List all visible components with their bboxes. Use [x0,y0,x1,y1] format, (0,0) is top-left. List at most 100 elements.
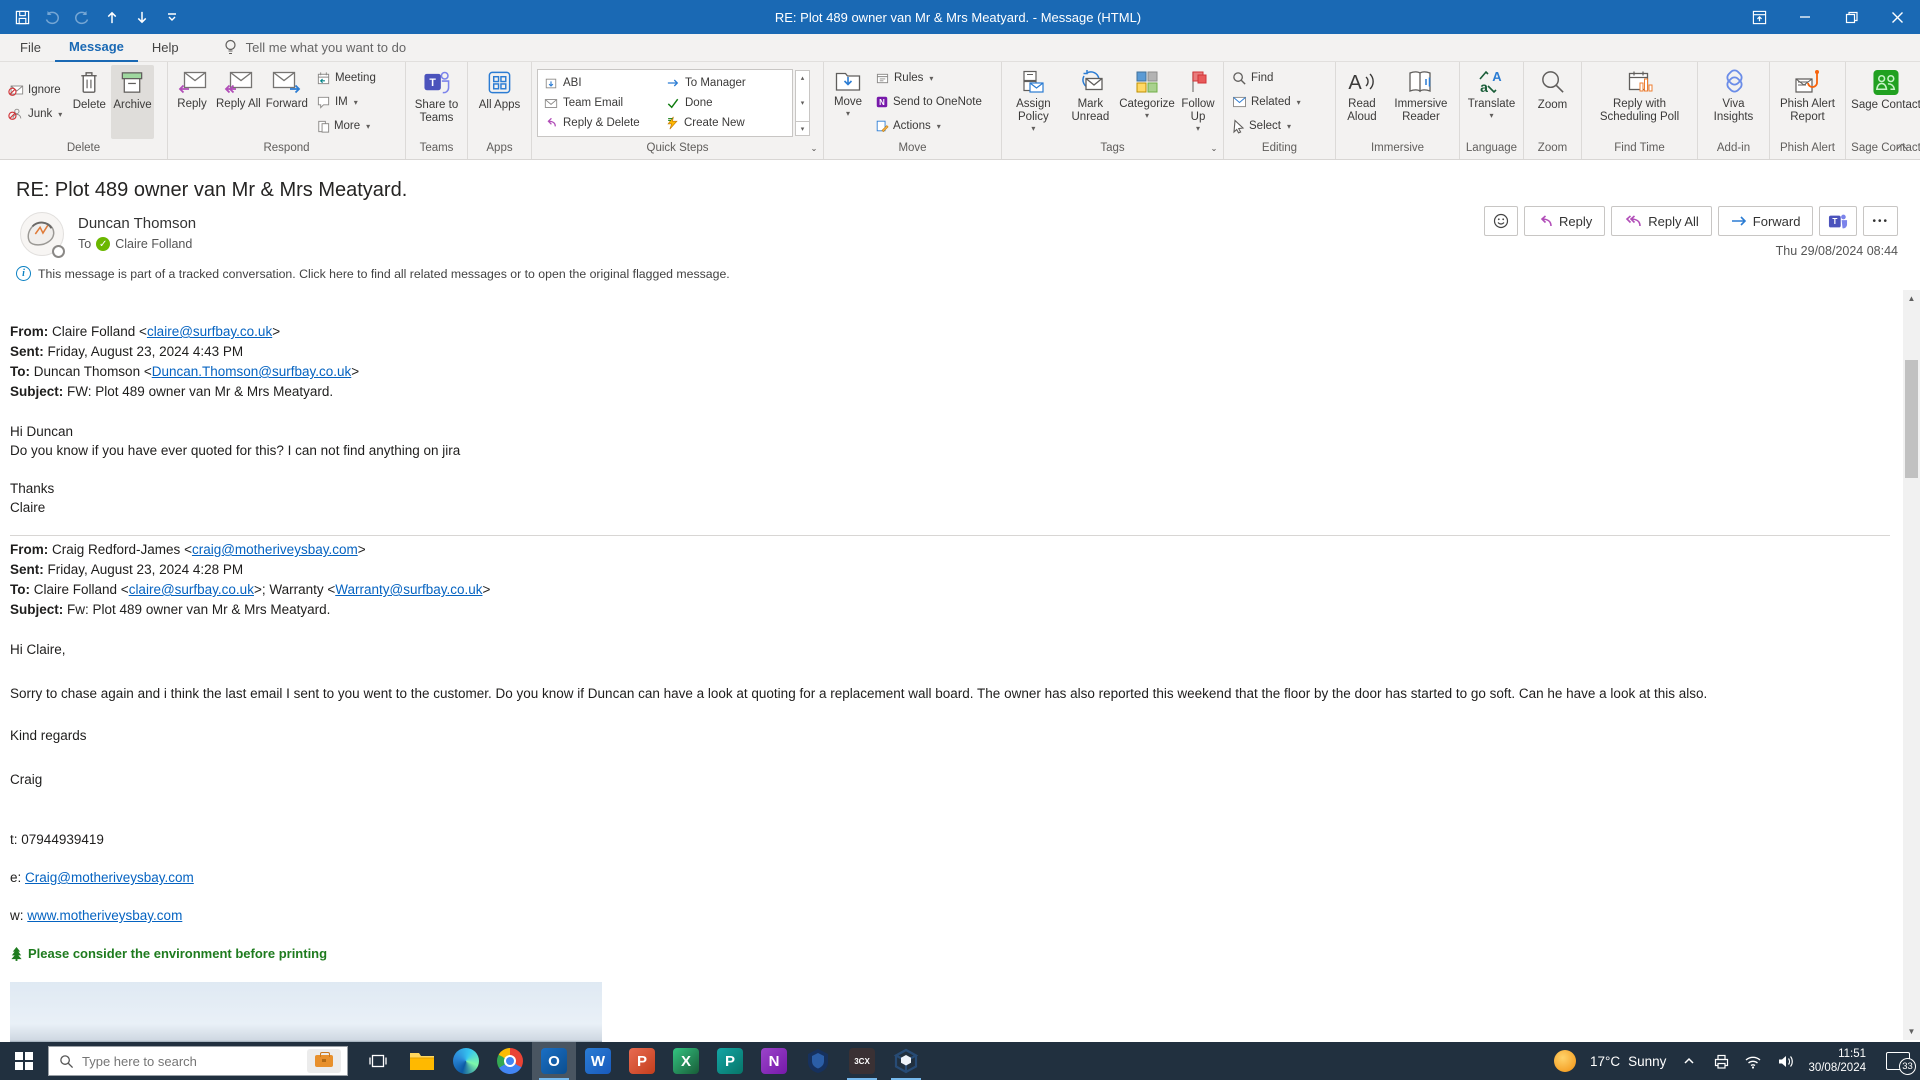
scroll-up-icon[interactable] [1903,290,1920,307]
meeting-button[interactable]: Meeting [313,67,379,89]
zoom-button[interactable]: Zoom [1532,65,1574,139]
translate-button[interactable]: aA Translate [1466,65,1518,139]
powerpoint-button[interactable]: P [620,1042,664,1080]
send-to-onenote-button[interactable]: N Send to OneNote [872,91,985,113]
embedded-photo[interactable] [10,982,602,1042]
tell-me-box[interactable]: Tell me what you want to do [223,39,406,56]
notification-center-button[interactable]: 33 [1886,1052,1916,1075]
to1-email-link-q2[interactable]: claire@surfbay.co.uk [129,582,254,597]
phish-alert-report-button[interactable]: Phish Alert Report [1773,65,1842,139]
immersive-reader-button[interactable]: Immersive Reader [1386,65,1456,139]
recipient-name[interactable]: Claire Folland [115,237,192,251]
chrome-button[interactable] [488,1042,532,1080]
blue-app-button[interactable] [796,1042,840,1080]
share-to-teams-header-button[interactable]: T [1819,206,1858,236]
search-input[interactable] [82,1053,299,1069]
reply-button[interactable]: Reply [171,65,213,139]
assign-policy-button[interactable]: Assign Policy [1005,65,1062,139]
related-button[interactable]: Related [1229,91,1304,113]
quick-steps-more-icon[interactable]: ▾ [796,121,809,135]
close-button[interactable] [1874,0,1920,34]
more-actions-button[interactable] [1863,206,1898,236]
quick-step-reply-delete[interactable]: Reply & Delete [540,113,662,133]
ignore-button[interactable]: Ignore [5,79,65,101]
reply-header-button[interactable]: Reply [1523,206,1606,236]
edge-button[interactable] [444,1042,488,1080]
ribbon-display-options-icon[interactable] [1736,0,1782,34]
move-button[interactable]: Move [827,65,869,139]
find-button[interactable]: Find [1229,67,1304,89]
more-respond-button[interactable]: More [313,115,379,137]
body-scrollbar[interactable] [1903,290,1920,1040]
weather-widget[interactable]: 17°C Sunny [1590,1054,1666,1069]
start-button[interactable] [0,1042,48,1080]
redo-icon[interactable] [74,8,90,26]
scrollbar-thumb[interactable] [1905,360,1918,478]
sender-name[interactable]: Duncan Thomson [78,215,196,232]
scroll-down-icon[interactable] [1903,1023,1920,1040]
task-view-button[interactable] [356,1042,400,1080]
from-email-link-q2[interactable]: craig@motheriveysbay.com [192,542,358,557]
restore-button[interactable] [1828,0,1874,34]
tab-help[interactable]: Help [138,34,193,62]
rules-button[interactable]: Rules [872,67,985,89]
tracked-conversation-notice[interactable]: i This message is part of a tracked conv… [16,266,730,281]
follow-up-button[interactable]: Follow Up [1176,65,1220,139]
tab-file[interactable]: File [6,34,55,62]
viva-insights-button[interactable]: Viva Insights [1701,65,1766,139]
tab-message[interactable]: Message [54,34,138,62]
select-button[interactable]: Select [1229,115,1304,137]
to-email-link[interactable]: Duncan.Thomson@surfbay.co.uk [152,364,352,379]
sender-avatar[interactable] [20,212,65,258]
excel-button[interactable]: X [664,1042,708,1080]
taskbar-clock[interactable]: 11:51 30/08/2024 [1808,1047,1866,1075]
collapse-ribbon-icon[interactable] [1898,141,1912,155]
wifi-icon[interactable] [1744,1052,1762,1070]
publisher-button[interactable]: P [708,1042,752,1080]
volume-icon[interactable] [1776,1052,1794,1070]
quick-steps-scroll-up-icon[interactable]: ▴ [796,71,809,85]
mark-unread-button[interactable]: Mark Unread [1063,65,1118,139]
im-button[interactable]: IM [313,91,379,113]
junk-button[interactable]: Junk [5,103,65,125]
from-email-link[interactable]: claire@surfbay.co.uk [147,324,272,339]
archive-button[interactable]: Archive [111,65,154,139]
move-down-icon[interactable] [134,8,150,26]
file-explorer-button[interactable] [400,1042,444,1080]
quick-step-done[interactable]: Done [662,93,790,113]
share-to-teams-button[interactable]: T Share to Teams [409,65,464,139]
to2-email-link-q2[interactable]: Warranty@surfbay.co.uk [335,582,482,597]
quick-steps-dialog-launcher-icon[interactable] [808,144,820,156]
quick-step-abi[interactable]: ABI [540,73,662,93]
briefcase-icon[interactable] [307,1049,341,1073]
forward-header-button[interactable]: Forward [1717,206,1814,236]
quick-step-create-new[interactable]: Create New [662,113,790,133]
minimize-button[interactable] [1782,0,1828,34]
customize-quick-access-icon[interactable] [164,8,180,26]
signature-email-link[interactable]: Craig@motheriveysbay.com [25,870,194,885]
reply-with-scheduling-poll-button[interactable]: Reply with Scheduling Poll [1585,65,1694,139]
show-hidden-icons-chevron[interactable] [1680,1052,1698,1070]
onenote-button[interactable]: N [752,1042,796,1080]
outlook-button[interactable]: O [532,1042,576,1080]
tags-dialog-launcher-icon[interactable] [1208,144,1220,156]
word-button[interactable]: W [576,1042,620,1080]
quick-steps-scroll-down-icon[interactable]: ▾ [796,96,809,110]
feedback-smiley-button[interactable] [1483,206,1518,236]
categorize-button[interactable]: Categorize [1119,65,1175,139]
quick-step-to-manager[interactable]: To Manager [662,73,790,93]
undo-icon[interactable] [44,8,60,26]
threecx-button[interactable]: 3CX [840,1042,884,1080]
save-icon[interactable] [14,8,30,26]
actions-button[interactable]: Actions [872,115,985,137]
forward-button[interactable]: Forward [264,65,310,139]
sage-contact-button[interactable]: Sage Contact [1849,65,1920,139]
quick-step-team-email[interactable]: Team Email [540,93,662,113]
delete-button[interactable]: Delete [68,65,110,139]
reply-all-header-button[interactable]: Reply All [1611,206,1712,236]
printer-icon[interactable] [1712,1052,1730,1070]
signature-website-link[interactable]: www.motheriveysbay.com [27,908,182,923]
read-aloud-button[interactable]: A Read Aloud [1339,65,1385,139]
all-apps-button[interactable]: All Apps [477,65,523,139]
virtualbox-button[interactable] [884,1042,928,1080]
